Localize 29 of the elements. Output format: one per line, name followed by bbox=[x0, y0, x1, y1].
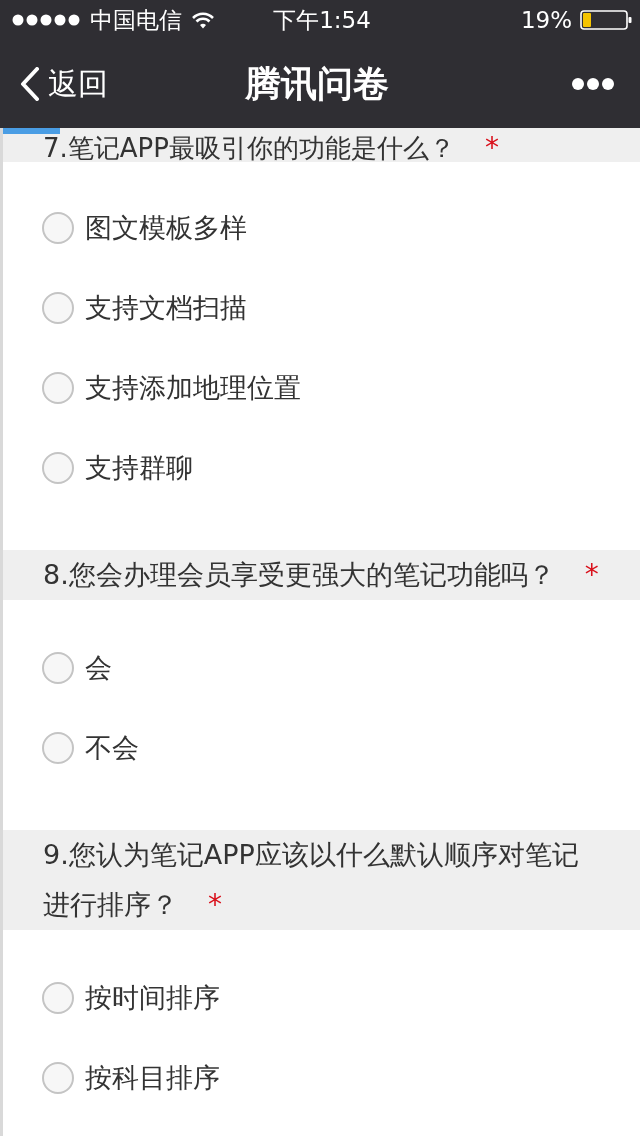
option-label[interactable]: 按时间排序 bbox=[85, 981, 220, 1015]
radio-button[interactable] bbox=[42, 1062, 74, 1094]
carrier-name: 中国电信 bbox=[90, 7, 182, 33]
radio-button[interactable] bbox=[42, 652, 74, 684]
back-button[interactable]: 返回 bbox=[20, 66, 108, 102]
more-icon[interactable] bbox=[572, 78, 614, 90]
question-title: 8.您会办理会员享受更强大的笔记功能吗？ * bbox=[43, 557, 600, 593]
signal-icon bbox=[12, 14, 80, 26]
option-label[interactable]: 图文模板多样 bbox=[85, 211, 247, 245]
battery-percentage: 19% bbox=[520, 7, 572, 33]
wifi-icon bbox=[192, 11, 214, 29]
radio-button[interactable] bbox=[42, 732, 74, 764]
page-title: 腾讯问卷 bbox=[245, 62, 389, 106]
question-title: 9.您认为笔记APP应该以什么默认顺序对笔记进行排序？ * bbox=[43, 838, 580, 923]
status-time: 下午1:54 bbox=[273, 7, 371, 33]
option-label[interactable]: 支持群聊 bbox=[85, 451, 193, 485]
radio-button[interactable] bbox=[42, 292, 74, 324]
option-label[interactable]: 支持文档扫描 bbox=[85, 291, 247, 325]
radio-button[interactable] bbox=[42, 212, 74, 244]
option-label[interactable]: 不会 bbox=[85, 731, 139, 765]
option-label[interactable]: 会 bbox=[85, 651, 112, 685]
question-title: 7.笔记APP最吸引你的功能是什么？ * bbox=[43, 134, 500, 162]
radio-button[interactable] bbox=[42, 982, 74, 1014]
option-label[interactable]: 支持添加地理位置 bbox=[85, 371, 301, 405]
option-label[interactable]: 按科目排序 bbox=[85, 1061, 220, 1095]
battery-icon bbox=[580, 10, 632, 30]
chevron-left-icon bbox=[20, 67, 40, 101]
radio-button[interactable] bbox=[42, 452, 74, 484]
radio-button[interactable] bbox=[42, 372, 74, 404]
